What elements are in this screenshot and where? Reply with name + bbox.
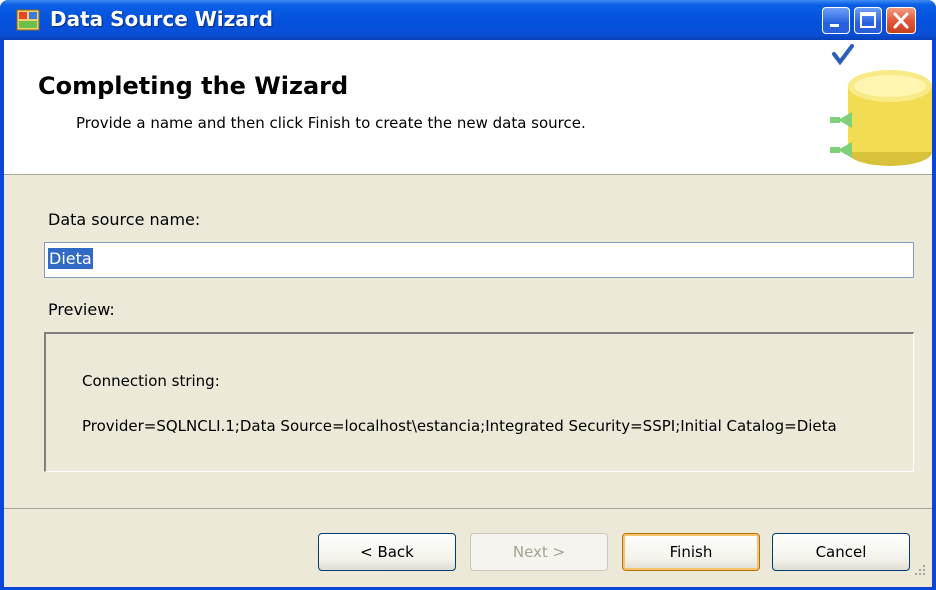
page-title: Completing the Wizard — [38, 72, 349, 100]
window-title: Data Source Wizard — [50, 7, 273, 31]
cancel-button[interactable]: Cancel — [772, 533, 910, 571]
data-source-name-value: Dieta — [48, 248, 93, 269]
close-button[interactable] — [886, 7, 916, 34]
app-icon — [16, 9, 40, 31]
database-check-icon — [812, 42, 932, 176]
next-button: Next > — [470, 533, 608, 571]
maximize-button[interactable] — [854, 7, 882, 34]
button-bar: < Back Next > Finish Cancel — [4, 508, 932, 587]
data-source-name-label: Data source name: — [48, 210, 201, 229]
wizard-window: Data Source Wizard Completing the Wizard… — [0, 0, 936, 590]
connection-string-label: Connection string: — [82, 372, 220, 390]
dialog-body: Completing the Wizard Provide a name and… — [4, 40, 932, 587]
data-source-name-input[interactable]: Dieta — [44, 242, 914, 278]
connection-string-value: Provider=SQLNCLI.1;Data Source=localhost… — [82, 417, 837, 435]
preview-box: Connection string: Provider=SQLNCLI.1;Da… — [44, 332, 914, 472]
title-bar[interactable]: Data Source Wizard — [0, 0, 936, 40]
minimize-button[interactable] — [822, 7, 850, 34]
resize-grip-icon[interactable] — [912, 562, 928, 582]
page-subtitle: Provide a name and then click Finish to … — [76, 114, 586, 132]
wizard-header: Completing the Wizard Provide a name and… — [4, 40, 932, 175]
finish-button[interactable]: Finish — [622, 533, 760, 571]
preview-label: Preview: — [48, 300, 115, 319]
back-button[interactable]: < Back — [318, 533, 456, 571]
